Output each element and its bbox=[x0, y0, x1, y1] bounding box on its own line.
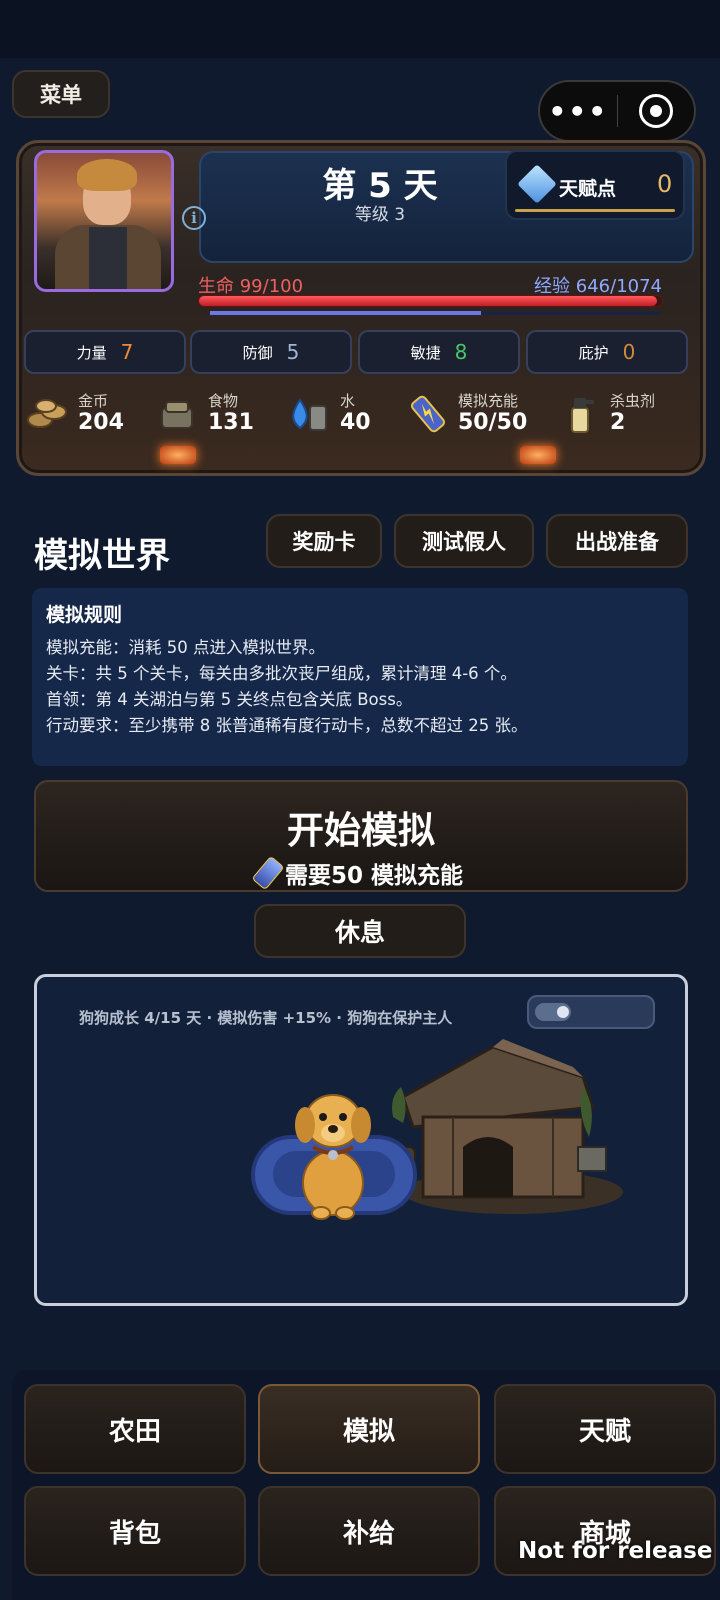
menu-button[interactable]: 菜单 bbox=[12, 70, 110, 118]
stat-agility: 敏捷 8 bbox=[358, 330, 520, 374]
nav-talent[interactable]: 天赋 bbox=[494, 1384, 716, 1474]
reward-card-button[interactable]: 奖励卡 bbox=[266, 514, 382, 568]
stat-value: 5 bbox=[286, 340, 300, 364]
stat-shelter: 庇护 0 bbox=[526, 330, 688, 374]
start-subtitle: 需要50 模拟充能 bbox=[284, 863, 463, 889]
mini-program-capsule: ••• bbox=[538, 80, 696, 142]
stat-value: 0 bbox=[622, 340, 636, 364]
spray-icon bbox=[571, 398, 594, 433]
dog-icon[interactable] bbox=[283, 1073, 383, 1223]
nav-supply[interactable]: 补给 bbox=[258, 1486, 480, 1576]
talent-label: 天赋点 bbox=[559, 178, 617, 200]
battery-icon bbox=[410, 395, 446, 433]
diamond-gem-icon bbox=[517, 164, 557, 204]
stat-defense: 防御 5 bbox=[190, 330, 352, 374]
resource-coins: 金币 204 bbox=[26, 388, 146, 438]
stat-value: 8 bbox=[454, 340, 468, 364]
rules-heading: 模拟规则 bbox=[46, 604, 123, 626]
resource-pesticide: 杀虫剂 2 bbox=[558, 388, 678, 438]
stat-strength: 力量 7 bbox=[24, 330, 186, 374]
nav-farm[interactable]: 农田 bbox=[24, 1384, 246, 1474]
record-circle-icon bbox=[638, 94, 673, 128]
hud-light-left bbox=[160, 446, 196, 464]
talent-value: 0 bbox=[657, 170, 673, 198]
resource-sim-charge: 模拟充能 50/50 bbox=[406, 388, 546, 438]
watermark-text: Not for release bbox=[518, 1538, 713, 1564]
stat-value: 7 bbox=[120, 340, 134, 364]
test-dummy-button[interactable]: 测试假人 bbox=[394, 514, 534, 568]
resource-food: 食物 131 bbox=[156, 388, 276, 438]
rules-line: 关卡：共 5 个关卡，每关由多批次丧尸组成，累计清理 4-6 个。 bbox=[46, 664, 517, 683]
dog-panel: 狗狗成长 4/15 天 · 模拟伤害 +15% · 狗狗在保护主人 bbox=[34, 974, 688, 1306]
battery-icon bbox=[251, 855, 285, 891]
xp-bar-fill bbox=[210, 311, 481, 315]
start-simulation-button[interactable]: 开始模拟 需要50 模拟充能 bbox=[34, 780, 688, 892]
dog-status-text: 狗狗成长 4/15 天 · 模拟伤害 +15% · 狗狗在保护主人 bbox=[79, 1009, 453, 1027]
simulation-rules-panel: 模拟规则 模拟充能：消耗 50 点进入模拟世界。 关卡：共 5 个关卡，每关由多… bbox=[32, 588, 688, 766]
coins-icon bbox=[27, 399, 67, 428]
water-icon bbox=[292, 398, 327, 431]
battle-prep-button[interactable]: 出战准备 bbox=[546, 514, 688, 568]
hud-light-right bbox=[520, 446, 556, 464]
resource-water: 水 40 bbox=[288, 388, 388, 438]
info-icon[interactable]: i bbox=[182, 206, 206, 230]
status-bar-area bbox=[0, 0, 720, 58]
rest-button[interactable]: 休息 bbox=[254, 904, 466, 958]
nav-backpack[interactable]: 背包 bbox=[24, 1486, 246, 1576]
xp-bar bbox=[210, 311, 660, 315]
rules-line: 首领：第 4 关湖泊与第 5 关终点包含关底 Boss。 bbox=[46, 690, 413, 709]
hp-bar-fill bbox=[199, 296, 658, 306]
talent-points-box[interactable]: 天赋点 0 bbox=[505, 150, 685, 220]
close-miniprogram-button[interactable] bbox=[618, 94, 695, 128]
food-icon bbox=[161, 401, 193, 429]
section-title: 模拟世界 bbox=[34, 536, 170, 576]
nav-simulation[interactable]: 模拟 bbox=[258, 1384, 480, 1474]
player-avatar[interactable] bbox=[34, 150, 174, 292]
more-options-icon[interactable]: ••• bbox=[540, 95, 617, 128]
hp-bar bbox=[198, 295, 663, 307]
start-title: 开始模拟 bbox=[287, 809, 435, 852]
dog-house-illustration bbox=[386, 1039, 623, 1214]
dog-toggle[interactable] bbox=[527, 995, 655, 1029]
player-level: 等级 3 bbox=[354, 205, 406, 225]
rules-line: 行动要求：至少携带 8 张普通稀有度行动卡，总数不超过 25 张。 bbox=[46, 716, 528, 735]
rules-line: 模拟充能：消耗 50 点进入模拟世界。 bbox=[46, 638, 325, 657]
